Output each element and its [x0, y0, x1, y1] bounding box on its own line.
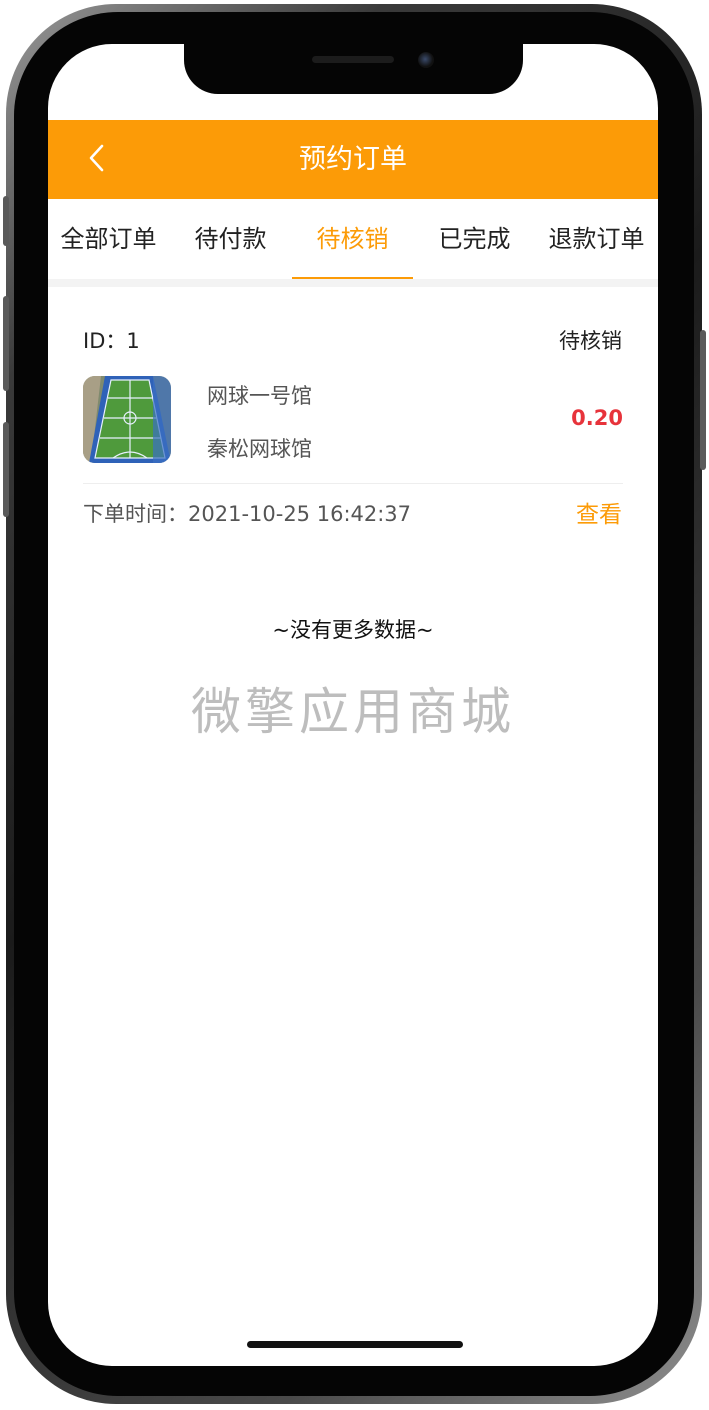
- list-end-text: ~没有更多数据~: [272, 618, 434, 642]
- tab-refund-orders[interactable]: 退款订单: [536, 199, 657, 279]
- tennis-court-image: [83, 376, 171, 463]
- page-title: 预约订单: [299, 144, 407, 175]
- tab-all-orders[interactable]: 全部订单: [48, 199, 169, 279]
- view-order-button[interactable]: 查看: [576, 495, 622, 529]
- order-id: ID：1: [83, 329, 140, 353]
- tab-completed[interactable]: 已完成: [414, 199, 535, 279]
- speaker-grille: [312, 56, 394, 63]
- order-status: 待核销: [559, 329, 622, 353]
- order-time: 下单时间：2021-10-25 16:42:37: [83, 502, 412, 526]
- notch: [184, 44, 523, 94]
- mute-switch: [3, 196, 9, 246]
- order-tabs: 全部订单 待付款 待核销 已完成 退款订单: [48, 199, 658, 279]
- screen: 预约订单 全部订单 待付款 待核销 已完成 退款订单 ID：1 待核销 网球一号…: [48, 44, 658, 1366]
- divider: [83, 483, 623, 484]
- power-button: [700, 330, 706, 470]
- home-indicator[interactable]: [247, 1341, 463, 1348]
- volume-down-button: [3, 422, 9, 517]
- venue-name: 网球一号馆: [207, 384, 312, 408]
- nav-header: 预约订单: [48, 120, 658, 199]
- tab-pending-payment[interactable]: 待付款: [170, 199, 291, 279]
- tab-pending-verification[interactable]: 待核销: [292, 199, 413, 279]
- venue-location: 秦松网球馆: [207, 437, 312, 461]
- front-camera-icon: [418, 52, 434, 68]
- watermark-text: 微擎应用商城: [191, 683, 515, 741]
- section-separator: [48, 279, 658, 287]
- venue-thumbnail: [83, 376, 171, 463]
- volume-up-button: [3, 296, 9, 391]
- order-price: 0.20: [571, 406, 623, 430]
